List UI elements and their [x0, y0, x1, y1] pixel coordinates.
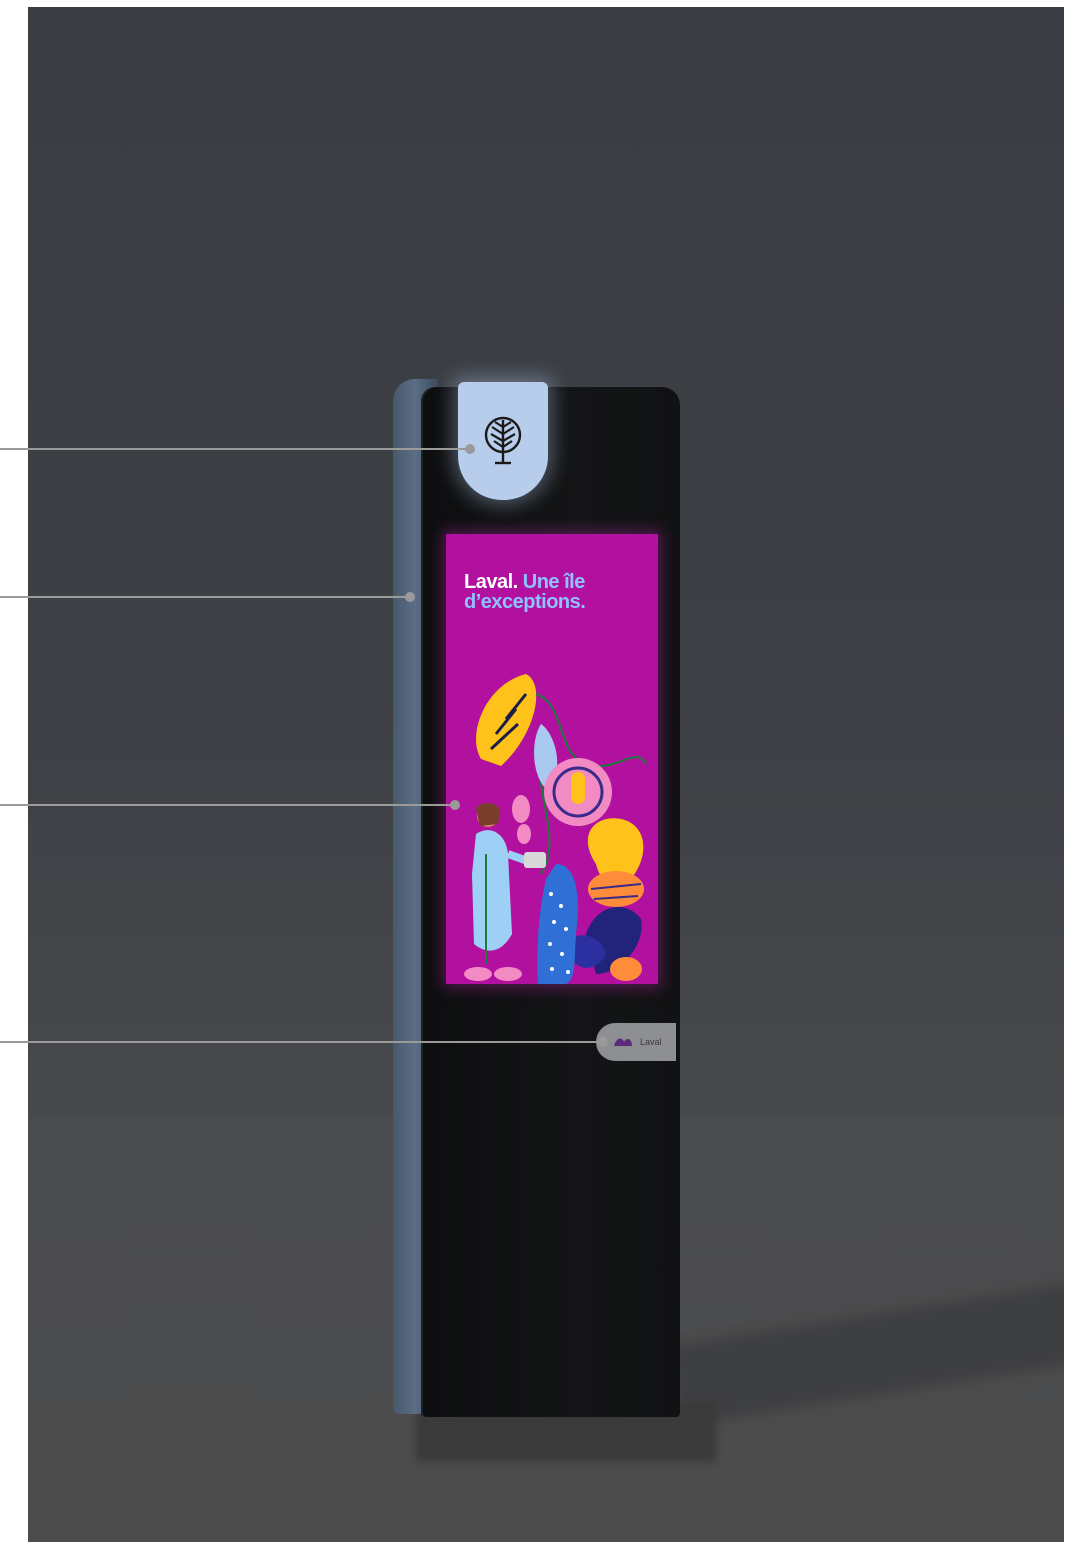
callout-line-screen [0, 804, 455, 806]
laval-badge: Laval [596, 1023, 676, 1061]
tree-icon [484, 416, 522, 465]
callout-dot-cap [465, 444, 475, 454]
illuminated-cap [458, 382, 548, 500]
callout-dot-badge [598, 1037, 608, 1047]
callout-line-badge [0, 1041, 605, 1043]
display-screen: Laval. Une île d’exceptions. [446, 534, 658, 984]
badge-label: Laval [640, 1037, 662, 1047]
render-scene: Laval. Une île d’exceptions. Laval [28, 7, 1064, 1542]
illustration [464, 674, 647, 984]
callout-line-cap [0, 448, 470, 450]
callout-dot-side [405, 592, 415, 602]
laval-logo-icon [614, 1038, 632, 1046]
callout-dot-screen [450, 800, 460, 810]
callout-line-side [0, 596, 410, 598]
